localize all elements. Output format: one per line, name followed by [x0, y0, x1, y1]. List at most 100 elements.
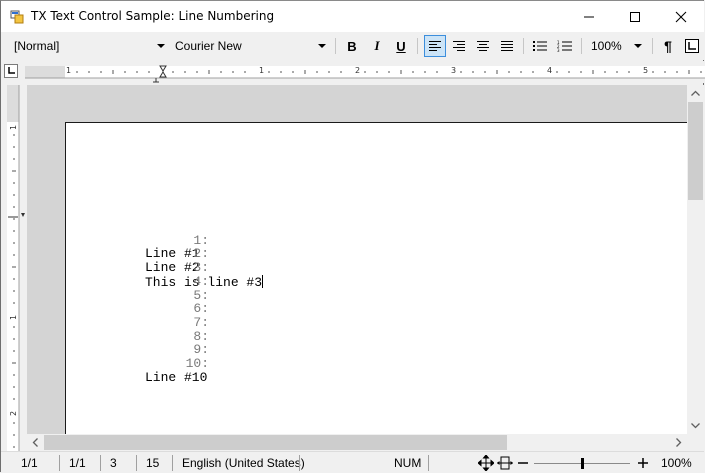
horizontal-scroll-thumb[interactable] — [44, 435, 507, 450]
align-center-icon — [477, 41, 489, 51]
line-number: 5: — [193, 287, 210, 303]
vertical-scrollbar[interactable] — [687, 85, 704, 434]
app-window: TX Text Control Sample: Line Numbering [… — [0, 0, 705, 473]
scroll-up-icon[interactable] — [687, 85, 704, 102]
ruler-mark: 3 — [451, 66, 456, 75]
bottom-margin-marker[interactable] — [21, 213, 25, 217]
justify-button[interactable] — [496, 35, 518, 57]
status-column: 15 — [146, 456, 160, 470]
align-center-button[interactable] — [472, 35, 494, 57]
numbered-list-icon: 123 — [557, 40, 572, 52]
tab-type-button[interactable] — [4, 64, 18, 78]
line-number: 7: — [193, 314, 210, 330]
status-bar: 1/1 1/1 3 15 English (United States) NUM — [1, 451, 704, 473]
ruler-mark: 1 — [66, 66, 71, 75]
line-list: 1: Line #1 2: Line #2 3: This is line #3… — [75, 220, 675, 384]
vertical-scroll-thumb[interactable] — [688, 102, 703, 200]
style-select-value: [Normal] — [14, 39, 60, 53]
status-section: 1/1 — [69, 456, 86, 470]
status-page: 1/1 — [21, 456, 38, 470]
font-select[interactable]: Courier New — [172, 36, 330, 56]
line-number: 2: — [193, 246, 210, 262]
title-bar: TX Text Control Sample: Line Numbering — [1, 1, 704, 32]
show-paragraph-marks-button[interactable]: ¶ — [657, 35, 679, 57]
zoom-slider[interactable] — [534, 458, 630, 469]
chevron-down-icon — [318, 44, 326, 48]
ruler-mark: 2 — [355, 66, 360, 75]
line-text: Line #10 — [145, 369, 208, 385]
numbered-list-button[interactable]: 123 — [554, 35, 576, 57]
fit-page-icon[interactable] — [478, 455, 494, 471]
ruler-mark: 4 — [547, 66, 552, 75]
status-zoom: 100% — [661, 456, 692, 470]
horizontal-scrollbar[interactable] — [27, 434, 687, 451]
minimize-button[interactable] — [566, 1, 612, 32]
scroll-down-icon[interactable] — [687, 417, 704, 434]
status-line: 3 — [110, 456, 117, 470]
scroll-right-icon[interactable] — [670, 434, 687, 451]
zoom-select[interactable]: 100% — [588, 36, 646, 56]
ruler-mark: 1 — [259, 66, 264, 75]
fit-width-icon[interactable] — [497, 455, 513, 471]
horizontal-ruler[interactable]: 1 1 2 3 4 5 — [25, 61, 705, 83]
close-icon — [675, 11, 687, 22]
status-divider — [59, 455, 60, 471]
line-number: 8: — [193, 328, 210, 344]
maximize-button[interactable] — [612, 1, 658, 32]
status-divider — [172, 455, 173, 471]
status-divider — [428, 455, 429, 471]
app-icon — [10, 10, 24, 24]
bold-button[interactable]: B — [341, 35, 363, 57]
svg-text:3: 3 — [557, 48, 560, 52]
zoom-select-value: 100% — [591, 39, 622, 53]
ruler-mark: 1 — [9, 315, 18, 320]
italic-button[interactable]: I — [366, 35, 388, 57]
close-button[interactable] — [658, 1, 704, 32]
toolbar-divider — [417, 38, 418, 54]
maximize-icon — [630, 11, 640, 22]
document-area[interactable]: 1: Line #1 2: Line #2 3: This is line #3… — [27, 85, 687, 434]
font-select-value: Courier New — [175, 39, 242, 53]
bullet-list-button[interactable] — [529, 35, 551, 57]
line-number: 1: — [193, 232, 210, 248]
line-number: 4: — [193, 273, 210, 289]
toolbar-divider — [581, 38, 582, 54]
ruler-mark: 1 — [9, 125, 18, 130]
zoom-out-icon[interactable] — [517, 457, 529, 469]
bullet-list-icon — [533, 41, 547, 51]
chevron-down-icon — [157, 44, 165, 48]
status-num-lock: NUM — [394, 456, 422, 470]
align-left-icon — [429, 41, 441, 51]
justify-icon — [501, 41, 513, 51]
status-divider — [100, 455, 101, 471]
tab-stop-button[interactable] — [681, 35, 703, 57]
line-number: 3: — [193, 260, 210, 276]
zoom-in-icon[interactable] — [637, 457, 649, 469]
status-divider — [136, 455, 137, 471]
underline-button[interactable]: U — [390, 35, 412, 57]
text-caret — [262, 274, 264, 288]
formatting-toolbar: [Normal] Courier New B I U 1 2 3 100% ¶ — [1, 32, 704, 60]
chevron-down-icon — [634, 44, 642, 48]
toolbar-divider — [523, 38, 524, 54]
ruler-mark: 5 — [643, 66, 648, 75]
window-title: TX Text Control Sample: Line Numbering — [31, 9, 275, 23]
ruler-scale: 1 1 2 3 4 5 — [25, 65, 705, 83]
underline-icon: U — [396, 38, 406, 54]
align-right-icon — [453, 41, 465, 51]
zoom-slider-thumb[interactable] — [580, 458, 584, 469]
ruler-scale: 1 1 2 — [7, 85, 25, 452]
tab-stop-icon — [685, 39, 699, 53]
scroll-left-icon[interactable] — [27, 434, 44, 451]
line-number: 9: — [193, 342, 210, 358]
style-select[interactable]: [Normal] — [11, 36, 169, 56]
toolbar-divider — [652, 38, 653, 54]
line-number: 10: — [185, 356, 210, 371]
vertical-ruler[interactable]: 1 1 2 — [2, 85, 25, 452]
status-language: English (United States) — [182, 456, 305, 470]
left-tab-icon — [8, 67, 15, 74]
document-page[interactable]: 1: Line #1 2: Line #2 3: This is line #3… — [65, 122, 687, 434]
align-right-button[interactable] — [448, 35, 470, 57]
align-left-button[interactable] — [424, 35, 446, 57]
document-line[interactable]: 10: Line #10 — [75, 343, 209, 398]
